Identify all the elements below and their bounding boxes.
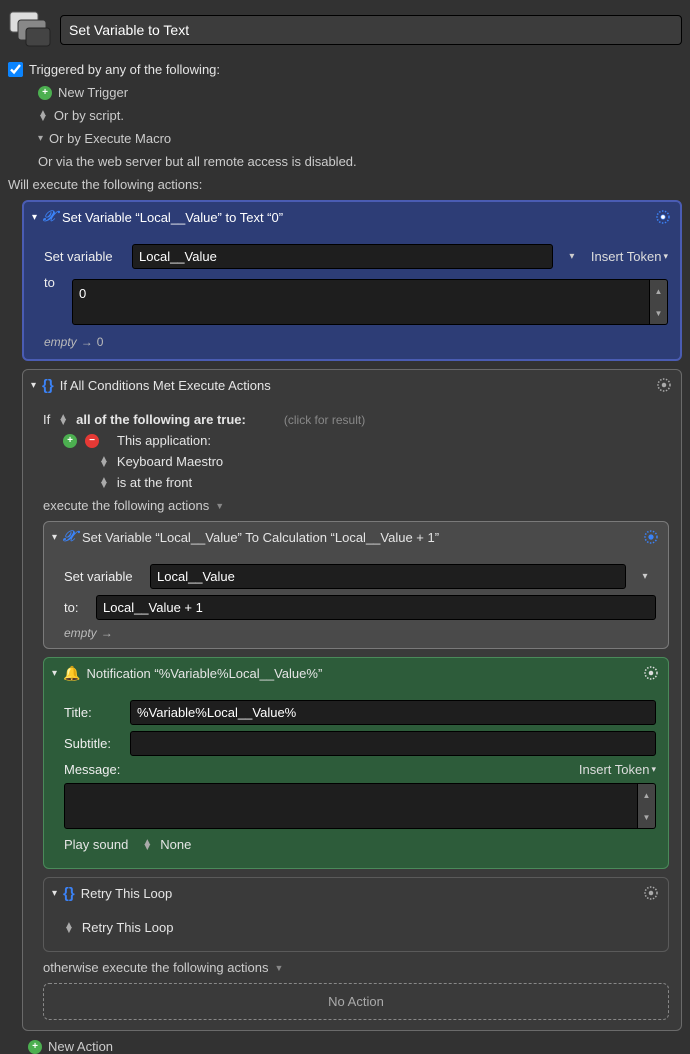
- or-by-execute-macro: Or by Execute Macro: [49, 131, 171, 146]
- notif-title-input[interactable]: [130, 700, 656, 725]
- gear-icon[interactable]: [642, 664, 660, 682]
- variable-name-input[interactable]: [150, 564, 626, 589]
- insert-token-button[interactable]: Insert Token▾: [579, 762, 656, 777]
- triangle-icon[interactable]: ▼: [215, 501, 224, 511]
- action-title: If All Conditions Met Execute Actions: [60, 378, 271, 393]
- no-action-placeholder[interactable]: No Action: [43, 983, 669, 1020]
- stepper-icon[interactable]: ▲▼: [58, 415, 68, 425]
- braces-icon: {}: [63, 885, 75, 902]
- to-label: to: [44, 275, 64, 290]
- title-label: Title:: [64, 705, 122, 720]
- notif-subtitle-input[interactable]: [130, 731, 656, 756]
- or-by-script: Or by script.: [54, 108, 124, 123]
- gear-icon[interactable]: [642, 528, 660, 546]
- is-at-front[interactable]: is at the front: [117, 475, 192, 490]
- variable-icon: 𝒳: [63, 528, 76, 546]
- play-sound-label: Play sound: [64, 837, 128, 852]
- disclosure-icon[interactable]: ▾: [52, 532, 57, 543]
- action-title: Notification “%Variable%Local__Value%”: [86, 666, 322, 681]
- actions-label: Will execute the following actions:: [8, 177, 682, 192]
- remove-condition-icon[interactable]: −: [85, 434, 99, 448]
- disclosure-icon[interactable]: ▾: [31, 380, 36, 391]
- set-variable-label: Set variable: [44, 249, 124, 264]
- set-variable-label: Set variable: [64, 569, 142, 584]
- insert-token-button[interactable]: Insert Token▾: [591, 249, 668, 264]
- web-server-note: Or via the web server but all remote acc…: [38, 154, 357, 169]
- variable-name-input[interactable]: [132, 244, 553, 269]
- textarea-stepper[interactable]: ▲▼: [650, 279, 668, 325]
- action-set-variable-calc[interactable]: ▾ 𝒳 Set Variable “Local__Value” To Calcu…: [43, 521, 669, 649]
- action-title: Set Variable “Local__Value” to Text “0”: [62, 210, 283, 225]
- stepper-icon[interactable]: ▲▼: [38, 111, 48, 121]
- action-title: Retry This Loop: [81, 886, 173, 901]
- stepper-icon[interactable]: ▲▼: [142, 840, 152, 850]
- action-notification[interactable]: ▾ 🔔 Notification “%Variable%Local__Value…: [43, 657, 669, 869]
- execute-actions-label: execute the following actions: [43, 498, 209, 513]
- add-trigger-icon[interactable]: +: [38, 86, 52, 100]
- to-value-textarea[interactable]: 0: [72, 279, 650, 325]
- new-trigger-label[interactable]: New Trigger: [58, 85, 128, 100]
- triangle-icon[interactable]: ▼: [274, 963, 283, 973]
- add-action-icon[interactable]: +: [28, 1040, 42, 1054]
- result-preview: empty→: [64, 626, 656, 640]
- macro-title-input[interactable]: [60, 15, 682, 45]
- macro-icon: [8, 8, 52, 52]
- action-set-variable-text[interactable]: ▾ 𝒳 Set Variable “Local__Value” to Text …: [22, 200, 682, 361]
- result-preview: empty→0: [44, 335, 668, 349]
- disclosure-icon[interactable]: ▾: [52, 668, 57, 679]
- stepper-icon[interactable]: ▲▼: [64, 923, 74, 933]
- disclosure-icon[interactable]: ▾: [32, 212, 37, 223]
- to-label: to:: [64, 600, 88, 615]
- this-application-label: This application:: [117, 433, 211, 448]
- gear-icon[interactable]: [655, 376, 673, 394]
- variable-dropdown-icon[interactable]: ▾: [634, 566, 656, 588]
- stepper-icon[interactable]: ▲▼: [99, 478, 109, 488]
- stepper-icon[interactable]: ▲▼: [99, 457, 109, 467]
- action-if-conditions[interactable]: ▾ {} If All Conditions Met Execute Actio…: [22, 369, 682, 1031]
- to-value-input[interactable]: [96, 595, 656, 620]
- gear-icon[interactable]: [654, 208, 672, 226]
- gear-icon[interactable]: [642, 884, 660, 902]
- action-title: Set Variable “Local__Value” To Calculati…: [82, 530, 439, 545]
- if-label: If: [43, 412, 50, 427]
- add-condition-icon[interactable]: +: [63, 434, 77, 448]
- triggered-checkbox[interactable]: [8, 62, 23, 77]
- otherwise-label: otherwise execute the following actions: [43, 960, 268, 975]
- play-sound-value[interactable]: None: [160, 837, 191, 852]
- variable-icon: 𝒳: [43, 208, 56, 226]
- textarea-stepper[interactable]: ▲▼: [638, 783, 656, 829]
- app-name[interactable]: Keyboard Maestro: [117, 454, 223, 469]
- message-label: Message:: [64, 762, 122, 777]
- retry-body[interactable]: Retry This Loop: [82, 920, 174, 935]
- trigger-section: Triggered by any of the following: + New…: [8, 62, 682, 169]
- triggered-label: Triggered by any of the following:: [29, 62, 220, 77]
- all-following-label: all of the following are true:: [76, 412, 246, 427]
- variable-dropdown-icon[interactable]: ▾: [561, 246, 583, 268]
- notif-message-textarea[interactable]: [64, 783, 638, 829]
- disclosure-icon[interactable]: ▾: [52, 888, 57, 899]
- braces-icon: {}: [42, 377, 54, 394]
- new-action-label[interactable]: New Action: [48, 1039, 113, 1054]
- click-for-result[interactable]: (click for result): [284, 413, 365, 427]
- action-retry-loop[interactable]: ▾ {} Retry This Loop ▲▼ Retry This Loop: [43, 877, 669, 952]
- macro-header: [8, 8, 682, 52]
- subtitle-label: Subtitle:: [64, 736, 122, 751]
- notification-icon: 🔔: [63, 665, 80, 682]
- chevron-down-icon[interactable]: ▾: [38, 133, 43, 144]
